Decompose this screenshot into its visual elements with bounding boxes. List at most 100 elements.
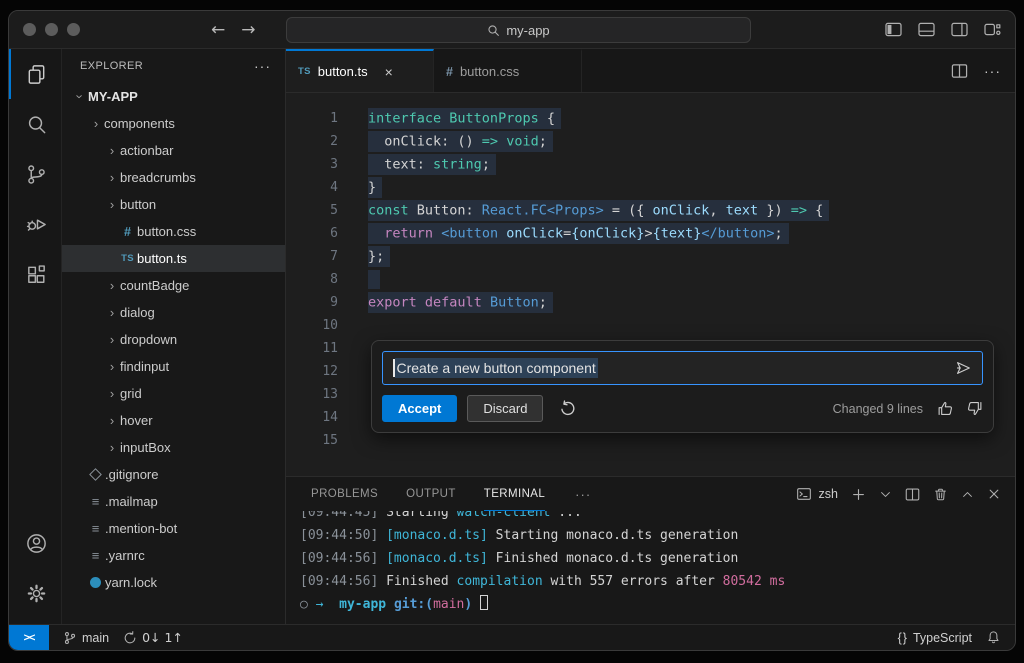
thumbs-down-icon[interactable] <box>966 400 983 417</box>
customize-layout-icon[interactable] <box>984 22 1001 37</box>
code-line: 6 return <button onClick={onClick}>{text… <box>286 222 1015 245</box>
tree-item-hover[interactable]: ›hover <box>62 407 285 434</box>
changed-lines-status: Changed 9 lines <box>833 402 923 416</box>
split-editor-icon[interactable] <box>951 63 968 79</box>
terminal-output[interactable]: [09:44:45] Starting watch-client ...[09:… <box>286 511 1015 624</box>
go-back-icon[interactable]: ← <box>211 20 225 40</box>
git-diamond-icon <box>89 468 102 481</box>
accounts-icon[interactable] <box>9 518 61 568</box>
close-panel-icon[interactable] <box>987 487 1001 501</box>
thumbs-up-icon[interactable] <box>937 400 954 417</box>
code-line: 1interface ButtonProps { <box>286 107 1015 130</box>
chevron-right-icon: › <box>88 116 104 131</box>
tree-item-my-app[interactable]: ›MY-APP <box>62 83 285 110</box>
tree-item-button[interactable]: ›button <box>62 191 285 218</box>
maximize-panel-icon[interactable] <box>961 488 974 501</box>
accept-button[interactable]: Accept <box>382 395 457 422</box>
chevron-right-icon: › <box>104 359 120 374</box>
panel-more-actions[interactable]: ··· <box>575 487 591 502</box>
activity-explorer-icon[interactable] <box>9 49 61 99</box>
terminal-cursor <box>480 595 488 610</box>
terminal-icon <box>796 486 812 502</box>
new-terminal-icon[interactable] <box>851 487 866 502</box>
tree-item-grid[interactable]: ›grid <box>62 380 285 407</box>
terminal-line: [09:44:45] Starting watch-client ... <box>300 511 1015 524</box>
code-line: 9export default Button; <box>286 291 1015 314</box>
activity-source-control-icon[interactable] <box>9 149 61 199</box>
tree-item-label: components <box>104 116 175 131</box>
line-number: 10 <box>286 318 338 333</box>
code-text: } <box>368 180 382 196</box>
go-forward-icon[interactable]: → <box>241 20 255 40</box>
tree-item-label: actionbar <box>120 143 173 158</box>
tree-item-label: yarn.lock <box>105 575 157 590</box>
tree-item-label: findinput <box>120 359 169 374</box>
send-icon[interactable] <box>954 359 972 377</box>
panel-tab-output[interactable]: OUTPUT <box>406 477 456 511</box>
code-line: 3 text: string; <box>286 153 1015 176</box>
close-window-button[interactable] <box>23 23 36 36</box>
branch-status-item[interactable]: main <box>63 631 109 645</box>
command-center-search[interactable]: my-app <box>286 17 751 43</box>
code-text: onClick: () => void; <box>368 134 553 150</box>
tree-item-findinput[interactable]: ›findinput <box>62 353 285 380</box>
tree-item-inputbox[interactable]: ›inputBox <box>62 434 285 461</box>
tree-item-actionbar[interactable]: ›actionbar <box>62 137 285 164</box>
tree-item-yarn.lock[interactable]: yarn.lock <box>62 569 285 596</box>
tab-button.ts[interactable]: TSbutton.ts× <box>286 49 434 92</box>
activity-run-debug-icon[interactable] <box>9 199 61 249</box>
css-file-icon: # <box>446 65 453 79</box>
tree-item-breadcrumbs[interactable]: ›breadcrumbs <box>62 164 285 191</box>
panel-tab-terminal[interactable]: TERMINAL <box>484 477 545 511</box>
code-text: return <button onClick={onClick}>{text}<… <box>368 226 789 242</box>
remote-indicator[interactable]: >< <box>9 625 49 650</box>
code-text: text: string; <box>368 157 496 173</box>
tree-item-components[interactable]: ›components <box>62 110 285 137</box>
tree-item-label: button <box>120 197 156 212</box>
changed-blank-line <box>368 270 380 289</box>
explorer-more-actions[interactable]: ··· <box>254 58 271 74</box>
git-file-icon <box>86 470 105 479</box>
tree-item-label: button.ts <box>137 251 187 266</box>
inline-chat-input[interactable]: Create a new button component <box>382 351 983 385</box>
chevron-right-icon: › <box>104 305 120 320</box>
tree-item-dropdown[interactable]: ›dropdown <box>62 326 285 353</box>
zoom-window-button[interactable] <box>67 23 80 36</box>
tree-item-button.ts[interactable]: TSbutton.ts <box>62 245 285 272</box>
line-number: 11 <box>286 341 338 356</box>
panel-tab-problems[interactable]: PROBLEMS <box>311 477 378 511</box>
activity-search-icon[interactable] <box>9 99 61 149</box>
code-line: 2 onClick: () => void; <box>286 130 1015 153</box>
notifications-bell-icon[interactable] <box>986 630 1001 645</box>
settings-gear-icon[interactable] <box>9 568 61 618</box>
editor-more-actions[interactable]: ··· <box>984 63 1001 79</box>
tree-item-countbadge[interactable]: ›countBadge <box>62 272 285 299</box>
tree-item-button.css[interactable]: #button.css <box>62 218 285 245</box>
shell-label[interactable]: zsh <box>819 487 838 501</box>
minimize-window-button[interactable] <box>45 23 58 36</box>
sync-status-item[interactable]: 0↓ 1↑ <box>123 630 183 645</box>
language-mode-item[interactable]: {} TypeScript <box>898 631 972 645</box>
command-center-text: my-app <box>506 23 549 38</box>
tree-item-yarnrc[interactable]: ≡.yarnrc <box>62 542 285 569</box>
close-tab-icon[interactable]: × <box>385 64 393 80</box>
tab-button.css[interactable]: #button.css <box>434 49 582 92</box>
tree-item-gitignore[interactable]: .gitignore <box>62 461 285 488</box>
layout-panel-bottom-icon[interactable] <box>918 22 935 37</box>
yarn-icon <box>90 577 101 588</box>
split-terminal-icon[interactable] <box>905 487 920 502</box>
chevron-down-icon: › <box>73 89 88 105</box>
kill-terminal-trash-icon[interactable] <box>933 487 948 502</box>
code-editor[interactable]: 1interface ButtonProps {2 onClick: () =>… <box>286 93 1015 476</box>
tree-item-dialog[interactable]: ›dialog <box>62 299 285 326</box>
launch-profile-chevron-icon[interactable] <box>879 488 892 501</box>
tree-item-mailmap[interactable]: ≡.mailmap <box>62 488 285 515</box>
activity-extensions-icon[interactable] <box>9 249 61 299</box>
ts-file-icon: TS <box>118 253 137 264</box>
discard-button[interactable]: Discard <box>467 395 543 422</box>
retry-icon[interactable] <box>559 400 576 417</box>
tree-item-mention-bot[interactable]: ≡.mention-bot <box>62 515 285 542</box>
layout-sidebar-right-icon[interactable] <box>951 22 968 37</box>
css-file-icon: # <box>118 225 137 239</box>
layout-sidebar-left-icon[interactable] <box>885 22 902 37</box>
